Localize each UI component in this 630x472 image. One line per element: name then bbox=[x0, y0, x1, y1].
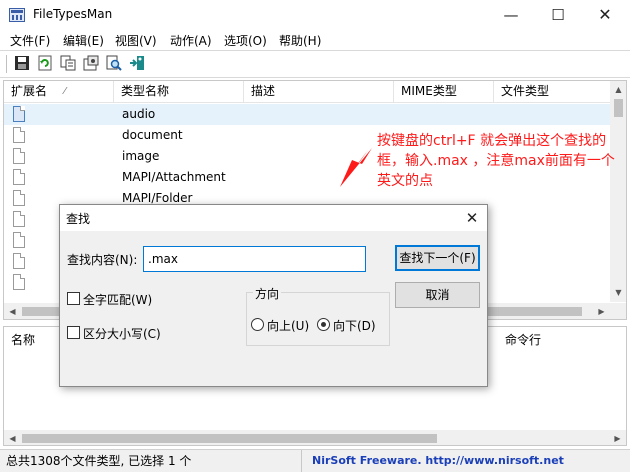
column-name[interactable]: 名称 bbox=[4, 327, 35, 349]
close-button[interactable]: ✕ bbox=[582, 0, 628, 30]
file-icon bbox=[13, 232, 25, 248]
file-icon bbox=[13, 169, 25, 185]
scroll-right-icon[interactable]: ▶ bbox=[593, 303, 610, 319]
whole-word-checkbox[interactable] bbox=[67, 292, 80, 305]
menu-help[interactable]: 帮助(H) bbox=[279, 32, 321, 49]
column-file-type[interactable]: 文件类型 bbox=[494, 81, 610, 103]
dialog-title-bar: 查找 ✕ bbox=[60, 205, 487, 231]
type-name-cell: audio bbox=[122, 107, 156, 121]
direction-group: 方向 向上(U) 向下(D) bbox=[246, 285, 390, 346]
menu-action[interactable]: 动作(A) bbox=[170, 32, 212, 49]
refresh-icon[interactable] bbox=[37, 55, 55, 73]
column-command-line[interactable]: 命令行 bbox=[498, 327, 541, 349]
scroll-down-icon[interactable]: ▼ bbox=[610, 284, 626, 301]
column-type-name[interactable]: 类型名称 bbox=[114, 81, 244, 103]
status-count: 总共1308个文件类型, 已选择 1 个 bbox=[0, 450, 302, 472]
column-header: 扩展名 ⁄ 类型名称 描述 MIME类型 文件类型 bbox=[4, 81, 610, 103]
exit-icon[interactable] bbox=[129, 55, 147, 73]
match-case-checkbox[interactable] bbox=[67, 326, 80, 339]
scroll-left-icon[interactable]: ◀ bbox=[4, 303, 21, 319]
scroll-right-icon[interactable]: ▶ bbox=[609, 430, 626, 445]
file-icon bbox=[13, 253, 25, 269]
annotation-text: 按键盘的ctrl+F 就会弹出这个查找的框，输入.max ，注意max前面有一个… bbox=[377, 133, 615, 189]
scroll-corner bbox=[610, 303, 626, 319]
scroll-left-icon[interactable]: ◀ bbox=[4, 430, 21, 445]
direction-up-label: 向上(U) bbox=[267, 319, 310, 333]
sort-indicator-icon: ⁄ bbox=[64, 86, 66, 97]
menu-view[interactable]: 视图(V) bbox=[115, 32, 157, 49]
list-item[interactable]: audio bbox=[4, 104, 610, 125]
menu-edit[interactable]: 编辑(E) bbox=[63, 32, 104, 49]
app-icon bbox=[9, 8, 25, 22]
type-name-cell: MAPI/Attachment bbox=[122, 170, 226, 184]
scroll-up-icon[interactable]: ▲ bbox=[610, 81, 626, 98]
type-name-cell: MAPI/Folder bbox=[122, 191, 193, 205]
column-description[interactable]: 描述 bbox=[244, 81, 394, 103]
properties-icon[interactable] bbox=[83, 55, 101, 73]
title-bar: FileTypesMan — ☐ ✕ bbox=[0, 0, 630, 30]
dialog-title: 查找 bbox=[66, 212, 91, 226]
find-dialog: 查找 ✕ 查找内容(N): 查找下一个(F) 取消 全字匹配(W) 区分大小写(… bbox=[59, 204, 488, 387]
menu-bar: 文件(F) 编辑(E) 视图(V) 动作(A) 选项(O) 帮助(H) bbox=[0, 30, 630, 50]
file-icon bbox=[13, 211, 25, 227]
window-title: FileTypesMan bbox=[33, 7, 113, 21]
column-mime-type[interactable]: MIME类型 bbox=[394, 81, 494, 103]
toolbar bbox=[0, 50, 630, 78]
scroll-thumb[interactable] bbox=[22, 434, 437, 443]
find-input[interactable] bbox=[143, 246, 366, 272]
match-case-label: 区分大小写(C) bbox=[83, 327, 161, 341]
file-icon bbox=[13, 274, 25, 290]
type-name-cell: image bbox=[122, 149, 160, 163]
find-icon[interactable] bbox=[106, 55, 124, 73]
menu-file[interactable]: 文件(F) bbox=[10, 32, 50, 49]
status-bar: 总共1308个文件类型, 已选择 1 个 NirSoft Freeware. h… bbox=[0, 449, 630, 472]
direction-label: 方向 bbox=[253, 285, 282, 302]
save-icon[interactable] bbox=[14, 55, 32, 73]
column-extension-label: 扩展名 bbox=[11, 84, 48, 98]
direction-up-radio[interactable] bbox=[251, 318, 264, 331]
vertical-scrollbar[interactable]: ▲ ▼ bbox=[610, 81, 626, 302]
scroll-thumb[interactable] bbox=[614, 99, 623, 117]
minimize-button[interactable]: — bbox=[488, 0, 534, 30]
file-icon bbox=[13, 148, 25, 164]
column-extension[interactable]: 扩展名 ⁄ bbox=[4, 81, 114, 103]
direction-down-radio[interactable] bbox=[317, 318, 330, 331]
cancel-button[interactable]: 取消 bbox=[395, 282, 480, 308]
copy-icon[interactable] bbox=[60, 55, 78, 73]
file-icon bbox=[13, 127, 25, 143]
direction-down-label: 向下(D) bbox=[333, 319, 376, 333]
dialog-close-button[interactable]: ✕ bbox=[460, 207, 484, 229]
file-icon bbox=[13, 106, 25, 122]
toolbar-grip bbox=[6, 55, 8, 73]
find-next-button[interactable]: 查找下一个(F) bbox=[395, 245, 480, 271]
nirsoft-link[interactable]: NirSoft Freeware. http://www.nirsoft.net bbox=[312, 450, 564, 472]
type-name-cell: document bbox=[122, 128, 183, 142]
maximize-button[interactable]: ☐ bbox=[535, 0, 581, 30]
horizontal-scrollbar[interactable]: ◀ ▶ bbox=[4, 430, 626, 445]
menu-options[interactable]: 选项(O) bbox=[224, 32, 267, 49]
find-label: 查找内容(N): bbox=[67, 253, 138, 267]
file-icon bbox=[13, 190, 25, 206]
whole-word-label: 全字匹配(W) bbox=[83, 293, 153, 307]
